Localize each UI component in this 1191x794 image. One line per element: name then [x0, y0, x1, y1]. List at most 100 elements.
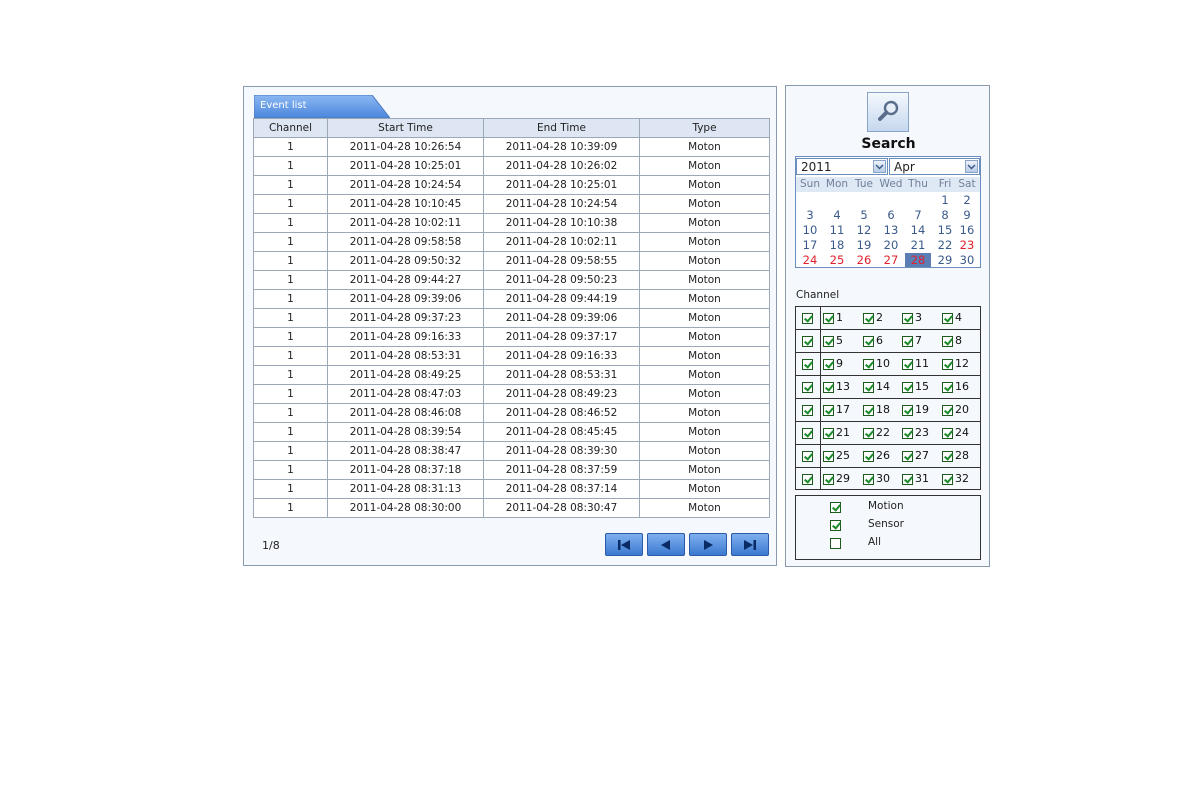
table-row[interactable]: 1 2011-04-28 09:37:23 2011-04-28 09:39:06 M…	[253, 308, 770, 328]
next-page-button[interactable]	[689, 533, 727, 556]
channel-row-toggle-checkbox[interactable]	[802, 313, 813, 324]
channel-checkbox-3[interactable]	[902, 313, 913, 324]
channel-checkbox-26[interactable]	[863, 451, 874, 462]
column-header-channel[interactable]: Channel	[253, 118, 328, 138]
channel-checkbox-21[interactable]	[823, 428, 834, 439]
table-row[interactable]: 1 2011-04-28 09:44:27 2011-04-28 09:50:23 M…	[253, 270, 770, 290]
calendar-day[interactable]: 26	[851, 253, 877, 267]
table-row[interactable]: 1 2011-04-28 10:26:54 2011-04-28 10:39:09 M…	[253, 137, 770, 157]
calendar-day[interactable]: 2	[954, 193, 980, 207]
channel-row-toggle-checkbox[interactable]	[802, 474, 813, 485]
calendar-day[interactable]: 27	[878, 253, 904, 267]
channel-row-toggle-checkbox[interactable]	[802, 359, 813, 370]
calendar-day[interactable]: 28	[905, 253, 931, 267]
first-page-button[interactable]	[605, 533, 643, 556]
prev-page-button[interactable]	[647, 533, 685, 556]
calendar-day[interactable]: 16	[954, 223, 980, 237]
calendar-day[interactable]: 4	[824, 208, 850, 222]
last-page-button[interactable]	[731, 533, 769, 556]
channel-checkbox-7[interactable]	[902, 336, 913, 347]
table-row[interactable]: 1 2011-04-28 08:47:03 2011-04-28 08:49:23 M…	[253, 384, 770, 404]
search-button[interactable]	[867, 92, 909, 132]
column-header-start-time[interactable]: Start Time	[327, 118, 484, 138]
channel-checkbox-16[interactable]	[942, 382, 953, 393]
calendar-day[interactable]: 23	[954, 238, 980, 252]
channel-checkbox-31[interactable]	[902, 474, 913, 485]
table-row[interactable]: 1 2011-04-28 09:50:32 2011-04-28 09:58:55 M…	[253, 251, 770, 271]
calendar-day[interactable]: 10	[797, 223, 823, 237]
table-row[interactable]: 1 2011-04-28 10:02:11 2011-04-28 10:10:38 M…	[253, 213, 770, 233]
channel-checkbox-8[interactable]	[942, 336, 953, 347]
table-row[interactable]: 1 2011-04-28 09:39:06 2011-04-28 09:44:19 M…	[253, 289, 770, 309]
channel-checkbox-27[interactable]	[902, 451, 913, 462]
channel-row-toggle-checkbox[interactable]	[802, 451, 813, 462]
table-row[interactable]: 1 2011-04-28 08:39:54 2011-04-28 08:45:45 M…	[253, 422, 770, 442]
table-row[interactable]: 1 2011-04-28 09:58:58 2011-04-28 10:02:11 M…	[253, 232, 770, 252]
column-header-end-time[interactable]: End Time	[483, 118, 640, 138]
event-type-checkbox-sensor[interactable]	[830, 520, 841, 531]
channel-checkbox-17[interactable]	[823, 405, 834, 416]
channel-row-toggle-checkbox[interactable]	[802, 382, 813, 393]
month-select[interactable]: Apr	[889, 158, 980, 175]
channel-checkbox-18[interactable]	[863, 405, 874, 416]
table-row[interactable]: 1 2011-04-28 08:49:25 2011-04-28 08:53:31 M…	[253, 365, 770, 385]
table-row[interactable]: 1 2011-04-28 08:53:31 2011-04-28 09:16:33 M…	[253, 346, 770, 366]
calendar-day[interactable]: 19	[851, 238, 877, 252]
calendar-day[interactable]: 5	[851, 208, 877, 222]
channel-checkbox-6[interactable]	[863, 336, 874, 347]
calendar-day[interactable]: 6	[878, 208, 904, 222]
event-type-checkbox-motion[interactable]	[830, 502, 841, 513]
channel-checkbox-20[interactable]	[942, 405, 953, 416]
calendar-day[interactable]: 13	[878, 223, 904, 237]
calendar-day[interactable]: 30	[954, 253, 980, 267]
calendar-day[interactable]: 24	[797, 253, 823, 267]
channel-checkbox-23[interactable]	[902, 428, 913, 439]
channel-checkbox-29[interactable]	[823, 474, 834, 485]
table-row[interactable]: 1 2011-04-28 08:37:18 2011-04-28 08:37:59 M…	[253, 460, 770, 480]
channel-checkbox-13[interactable]	[823, 382, 834, 393]
table-row[interactable]: 1 2011-04-28 08:30:00 2011-04-28 08:30:47 M…	[253, 498, 770, 518]
table-row[interactable]: 1 2011-04-28 10:25:01 2011-04-28 10:26:02 M…	[253, 156, 770, 176]
calendar-day[interactable]: 25	[824, 253, 850, 267]
calendar-day[interactable]: 14	[905, 223, 931, 237]
channel-row-toggle-checkbox[interactable]	[802, 405, 813, 416]
calendar-day[interactable]: 3	[797, 208, 823, 222]
table-row[interactable]: 1 2011-04-28 09:16:33 2011-04-28 09:37:17 M…	[253, 327, 770, 347]
calendar-day[interactable]: 21	[905, 238, 931, 252]
channel-checkbox-1[interactable]	[823, 313, 834, 324]
cell-channel: 1	[253, 289, 328, 309]
calendar-day[interactable]: 12	[851, 223, 877, 237]
channel-checkbox-15[interactable]	[902, 382, 913, 393]
channel-checkbox-19[interactable]	[902, 405, 913, 416]
calendar-day[interactable]: 9	[954, 208, 980, 222]
table-row[interactable]: 1 2011-04-28 08:38:47 2011-04-28 08:39:30 M…	[253, 441, 770, 461]
channel-checkbox-28[interactable]	[942, 451, 953, 462]
channel-checkbox-14[interactable]	[863, 382, 874, 393]
calendar-day[interactable]: 7	[905, 208, 931, 222]
channel-row-toggle-checkbox[interactable]	[802, 336, 813, 347]
channel-checkbox-24[interactable]	[942, 428, 953, 439]
channel-checkbox-10[interactable]	[863, 359, 874, 370]
channel-row-toggle-checkbox[interactable]	[802, 428, 813, 439]
calendar-day[interactable]: 20	[878, 238, 904, 252]
channel-checkbox-25[interactable]	[823, 451, 834, 462]
calendar-day[interactable]: 17	[797, 238, 823, 252]
table-row[interactable]: 1 2011-04-28 08:31:13 2011-04-28 08:37:14 M…	[253, 479, 770, 499]
channel-checkbox-4[interactable]	[942, 313, 953, 324]
channel-checkbox-32[interactable]	[942, 474, 953, 485]
event-type-checkbox-all[interactable]	[830, 538, 841, 549]
column-header-type[interactable]: Type	[639, 118, 770, 138]
year-select[interactable]: 2011	[796, 158, 888, 175]
channel-checkbox-22[interactable]	[863, 428, 874, 439]
channel-checkbox-5[interactable]	[823, 336, 834, 347]
channel-checkbox-12[interactable]	[942, 359, 953, 370]
channel-checkbox-11[interactable]	[902, 359, 913, 370]
channel-checkbox-2[interactable]	[863, 313, 874, 324]
table-row[interactable]: 1 2011-04-28 08:46:08 2011-04-28 08:46:52 M…	[253, 403, 770, 423]
table-row[interactable]: 1 2011-04-28 10:10:45 2011-04-28 10:24:54 M…	[253, 194, 770, 214]
calendar-day[interactable]: 18	[824, 238, 850, 252]
calendar-day[interactable]: 11	[824, 223, 850, 237]
table-row[interactable]: 1 2011-04-28 10:24:54 2011-04-28 10:25:01 M…	[253, 175, 770, 195]
channel-checkbox-9[interactable]	[823, 359, 834, 370]
channel-checkbox-30[interactable]	[863, 474, 874, 485]
